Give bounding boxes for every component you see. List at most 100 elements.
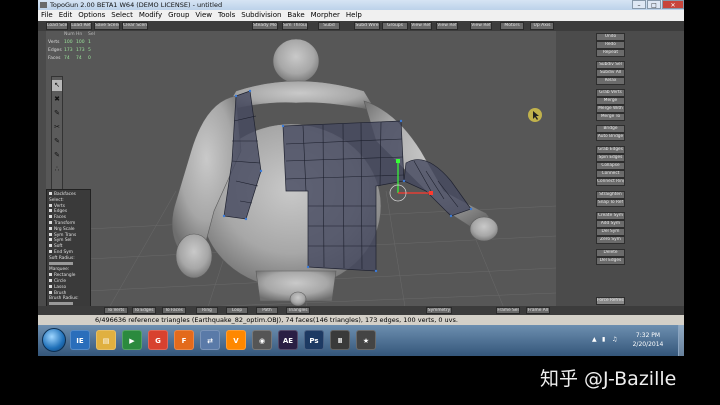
after-effects-icon[interactable]: AE — [278, 330, 298, 350]
start-button[interactable] — [42, 328, 66, 352]
firefox-icon[interactable]: F — [174, 330, 194, 350]
straighten-button[interactable]: Straighten — [596, 191, 625, 199]
steady-mode-button[interactable]: Steady Mode — [252, 22, 278, 30]
grab-verts-button[interactable]: Grab Verts — [596, 89, 625, 97]
clock[interactable]: 7:32 PM 2/20/2014 — [628, 331, 668, 349]
brush-tool-icon[interactable]: ✎ — [52, 136, 62, 147]
status-bar: 6/496636 reference triangles (Earthquake… — [38, 315, 684, 325]
menu-bar: File Edit Options Select Modify Group Vi… — [38, 10, 684, 21]
menu-tools[interactable]: Tools — [215, 10, 238, 21]
tray-arrow-icon[interactable]: ▲ — [592, 336, 600, 344]
subd-wire-button[interactable]: Subd Wire — [354, 22, 380, 30]
collapse-button[interactable]: Collapse — [596, 162, 625, 170]
viewport-scene — [46, 38, 556, 313]
stats-value: 1 — [88, 40, 91, 45]
menu-file[interactable]: File — [38, 10, 56, 21]
snap-to-ref-button[interactable]: Snap To Ref — [596, 199, 625, 207]
merge-button[interactable]: Merge — [596, 97, 625, 105]
vlc-icon[interactable]: V — [226, 330, 246, 350]
menu-group[interactable]: Group — [165, 10, 192, 21]
menu-bake[interactable]: Bake — [284, 10, 307, 21]
maximize-button[interactable]: □ — [647, 0, 661, 9]
view-ref-button-2[interactable]: View Ref — [436, 22, 458, 30]
cut-tool-icon[interactable]: ✂ — [52, 122, 62, 133]
undo-button[interactable]: Undo — [596, 33, 625, 41]
create-sym-button[interactable]: Create Sym — [596, 212, 625, 220]
redo-button[interactable]: Redo — [596, 41, 625, 49]
menu-options[interactable]: Options — [75, 10, 108, 21]
force-refresh-button[interactable]: Force Refresh — [596, 297, 625, 305]
groups-button[interactable]: Groups — [382, 22, 408, 30]
subdiv-sel-button[interactable]: Subdiv Sel — [596, 61, 625, 69]
add-sym-button[interactable]: Add Sym — [596, 220, 625, 228]
frame-sel-button[interactable]: Frame Sel — [496, 307, 520, 314]
loop-button[interactable]: Loop — [226, 307, 248, 314]
mesh-stats-panel: Num Hn Sel Verts 100 100 1 Edges 173 173… — [46, 31, 106, 69]
clear-scene-button[interactable]: Clear Scene — [122, 22, 148, 30]
connect-button[interactable]: Connect — [596, 170, 625, 178]
del-sym-button[interactable]: Del Sym — [596, 228, 625, 236]
motors-button[interactable]: Motors — [500, 22, 524, 30]
delete-button[interactable]: Delete — [596, 249, 625, 257]
view-ref-button-1[interactable]: View Ref — [410, 22, 432, 30]
merge-to-button[interactable]: Merge To — [596, 113, 625, 121]
subd-button[interactable]: Subd — [318, 22, 340, 30]
close-button[interactable]: ✕ — [662, 0, 684, 9]
internet-explorer-icon[interactable]: IE — [70, 330, 90, 350]
pen-tool-icon[interactable]: ✎ — [52, 150, 62, 161]
select-tool-icon[interactable]: ↖ — [52, 80, 62, 91]
photoshop-icon[interactable]: Ps — [304, 330, 324, 350]
relax-button[interactable]: Relax — [596, 77, 625, 85]
merge-with-button[interactable]: Merge With — [596, 105, 625, 113]
symmetry-button[interactable]: Symmetry — [426, 307, 452, 314]
auto-bridge-button[interactable]: Auto Bridge — [596, 133, 625, 141]
minimize-button[interactable]: – — [632, 0, 646, 9]
frame-all-button[interactable]: Frame All — [526, 307, 550, 314]
chrome-icon[interactable]: G — [148, 330, 168, 350]
menu-select[interactable]: Select — [108, 10, 136, 21]
sim-through-button[interactable]: Sim Through — [282, 22, 308, 30]
volume-icon[interactable]: ♫ — [612, 336, 620, 344]
network-app-icon[interactable]: ⇄ — [200, 330, 220, 350]
load-scene-button[interactable]: Load Scene — [46, 22, 68, 30]
load-ref-button[interactable]: Load Ref — [70, 22, 92, 30]
bridge-button[interactable]: Bridge — [596, 125, 625, 133]
subdiv-all-button[interactable]: Subdiv All — [596, 69, 625, 77]
stats-label: Faces — [48, 56, 61, 61]
menu-subdivision[interactable]: Subdivision — [238, 10, 284, 21]
media-player-icon[interactable]: ▶ — [122, 330, 142, 350]
network-icon[interactable]: ▮ — [602, 336, 610, 344]
view-ref-button-3[interactable]: View Ref — [470, 22, 492, 30]
zero-sym-button[interactable]: Zero Sym — [596, 236, 625, 244]
triangles-button[interactable]: Triangles — [286, 307, 310, 314]
draw-tool-icon[interactable]: ✎ — [52, 108, 62, 119]
app-icon[interactable]: ◉ — [252, 330, 272, 350]
del-edges-button[interactable]: Del Edges — [596, 257, 625, 265]
topogun-taskbar-icon[interactable]: Ⅱ — [330, 330, 350, 350]
explorer-icon[interactable]: ▤ — [96, 330, 116, 350]
show-desktop-button[interactable] — [678, 325, 684, 356]
stats-header-sel: Sel — [88, 32, 95, 37]
to-verts-button[interactable]: To Verts — [104, 307, 128, 314]
to-faces-button[interactable]: To Faces — [162, 307, 186, 314]
grab-edges-button[interactable]: Grab Edges — [596, 146, 625, 154]
save-scene-button[interactable]: Save Scene — [94, 22, 120, 30]
menu-morpher[interactable]: Morpher — [308, 10, 343, 21]
menu-modify[interactable]: Modify — [136, 10, 165, 21]
path-button[interactable]: Path — [256, 307, 278, 314]
zbrush-icon[interactable]: ★ — [356, 330, 376, 350]
to-edges-button[interactable]: To Edges — [132, 307, 156, 314]
connect-ring-button[interactable]: Connect Ring — [596, 178, 625, 186]
menu-help[interactable]: Help — [343, 10, 365, 21]
delete-tool-icon[interactable]: ✖ — [52, 94, 62, 105]
menu-view[interactable]: View — [192, 10, 215, 21]
3d-viewport[interactable]: Num Hn Sel Verts 100 100 1 Edges 173 173… — [46, 31, 556, 313]
up-axis-button[interactable]: Up Axis — [530, 22, 554, 30]
points-tool-icon[interactable]: ∴ — [52, 164, 62, 175]
stats-label: Edges — [48, 48, 62, 53]
ring-button[interactable]: Ring — [196, 307, 218, 314]
spin-edges-button[interactable]: Spin Edges — [596, 154, 625, 162]
status-text: 6/496636 reference triangles (Earthquake… — [95, 316, 458, 324]
menu-edit[interactable]: Edit — [56, 10, 76, 21]
repeat-button[interactable]: Repeat — [596, 49, 625, 57]
